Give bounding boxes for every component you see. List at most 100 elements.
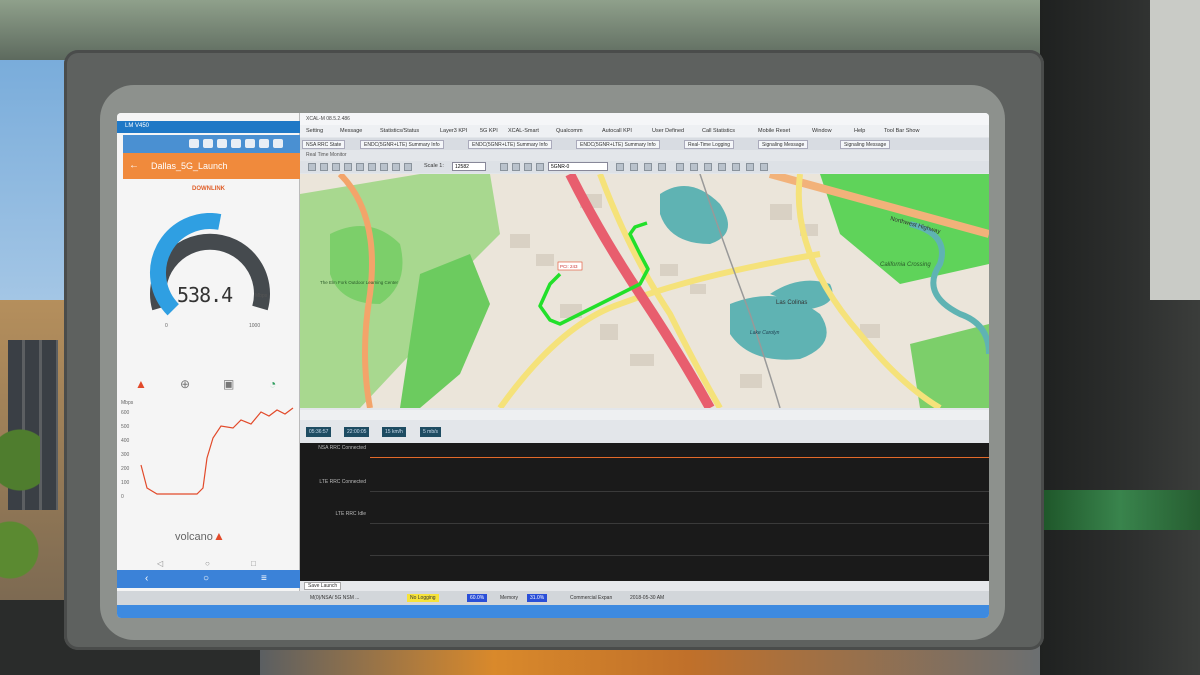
menu-help[interactable]: Help [854, 128, 865, 134]
tab-endc-summary-3[interactable]: ENDC(5GNR+LTE) Summary Info [576, 140, 660, 149]
map-label-california: California Crossing [880, 262, 931, 268]
chart-ytick: 600 [121, 410, 130, 416]
phone-control-bar [123, 135, 300, 153]
map-tool-button[interactable] [536, 163, 544, 171]
map-tool-button[interactable] [404, 163, 412, 171]
xcal-window: XCAL-M 08.5.2.486 Setting Message Statis… [300, 113, 989, 591]
menu-5g-kpi[interactable]: 5G KPI [480, 128, 498, 134]
nav-recent-icon[interactable]: □ [251, 559, 256, 568]
status-logging: No Logging [407, 594, 439, 602]
speedometer-icon[interactable]: ◔ [269, 377, 276, 391]
control-button[interactable] [259, 139, 269, 148]
map-tool-button[interactable] [392, 163, 400, 171]
menu-statistics[interactable]: Statistics/Status [380, 128, 419, 134]
save-tab-strip: Save Launch [300, 581, 989, 591]
menu-qualcomm[interactable]: Qualcomm [556, 128, 583, 134]
chart-ytick: 300 [121, 452, 130, 458]
app-title: XCAL-M 08.5.2.486 [300, 113, 989, 125]
map-tool-button[interactable] [616, 163, 624, 171]
nav-back-icon[interactable]: ◁ [157, 559, 163, 568]
map-tool-button[interactable] [500, 163, 508, 171]
chart-ytick: 200 [121, 466, 130, 472]
globe-icon[interactable]: ⊕ [180, 377, 190, 391]
map-tool-button[interactable] [356, 163, 364, 171]
map-toolbar [300, 161, 989, 173]
signal-label-nsa: NSA RRC Connected [318, 445, 366, 451]
map-label-outdoor: The Elm Fork Outdoor Learning Center [320, 280, 399, 285]
map-label-las-colinas: Las Colinas [776, 300, 807, 306]
warning-icon[interactable]: ▲ [135, 377, 147, 391]
timeline-gridline [370, 523, 989, 524]
control-button[interactable] [273, 139, 283, 148]
map-tool-button[interactable] [760, 163, 768, 171]
menu-bar: Setting Message Statistics/Status Layer3… [300, 125, 989, 137]
map-tool-button[interactable] [512, 163, 520, 171]
map-tool-button[interactable] [704, 163, 712, 171]
monitor-screen: LM V450 Dallas_5G_Launch ← DOWNLINK 0 10… [117, 113, 989, 618]
map-tool-button[interactable] [746, 163, 754, 171]
tab-endc-summary-1[interactable]: ENDC(5GNR+LTE) Summary Info [360, 140, 444, 149]
stat-time: 05:36:57 [306, 427, 332, 437]
bar-home-icon[interactable]: ○ [203, 573, 209, 584]
menu-layer3-kpi[interactable]: Layer3 KPI [440, 128, 467, 134]
status-date: 2018-05-30 AM [630, 595, 665, 601]
menu-autocall-kpi[interactable]: Autocall KPI [602, 128, 632, 134]
map-tool-button[interactable] [658, 163, 666, 171]
control-button[interactable] [203, 139, 213, 148]
map-tool-button[interactable] [320, 163, 328, 171]
map-tool-button[interactable] [690, 163, 698, 171]
control-button[interactable] [217, 139, 227, 148]
windows-taskbar [117, 605, 989, 618]
technology-select[interactable]: 5GNR-0 [548, 162, 608, 171]
bar-back-icon[interactable]: ‹ [145, 573, 148, 584]
map-tool-button[interactable] [524, 163, 532, 171]
stat-rate: 5 mb/s [420, 427, 442, 437]
map-tool-button[interactable] [332, 163, 340, 171]
map-tool-button[interactable] [344, 163, 352, 171]
stat-elapsed: 22:00:05 [344, 427, 370, 437]
tab-realtime-logging[interactable]: Real-Time Logging [684, 140, 735, 149]
map-tool-button[interactable] [644, 163, 652, 171]
tab-endc-summary-2[interactable]: ENDC(5GNR+LTE) Summary Info [468, 140, 552, 149]
speed-value: 538.4 [177, 283, 233, 307]
scale-input[interactable]: 12582 [452, 162, 486, 171]
chart-ylabel: Mbps [121, 400, 134, 406]
route-map[interactable]: PCI: 243 Northwest Highway California Cr… [300, 174, 989, 408]
control-button[interactable] [231, 139, 241, 148]
signaling-timeline: NSA RRC Connected LTE RRC Connected LTE … [300, 443, 989, 581]
map-label-lake: Lake Carolyn [750, 330, 780, 336]
menu-toolbar-show[interactable]: Tool Bar Show [884, 128, 919, 134]
photo-scene: LM V450 Dallas_5G_Launch ← DOWNLINK 0 10… [0, 0, 1200, 675]
menu-setting[interactable]: Setting [306, 128, 323, 134]
map-tool-button[interactable] [630, 163, 638, 171]
nsa-rrc-line [370, 457, 989, 458]
menu-window[interactable]: Window [812, 128, 832, 134]
map-tool-button[interactable] [732, 163, 740, 171]
timeline-gridline [370, 555, 989, 556]
map-tool-button[interactable] [718, 163, 726, 171]
menu-xcal-smart[interactable]: XCAL-Smart [508, 128, 539, 134]
tree [0, 400, 40, 600]
map-tool-button[interactable] [676, 163, 684, 171]
nav-home-icon[interactable]: ○ [205, 559, 210, 568]
status-memory-label: Memory [500, 595, 519, 601]
map-tool-button[interactable] [380, 163, 388, 171]
scale-label: Scale 1: [424, 163, 444, 169]
menu-call-statistics[interactable]: Call Statistics [702, 128, 735, 134]
tab-signaling-message-1[interactable]: Signaling Message [758, 140, 809, 149]
status-cpu: 60.0% [467, 594, 488, 602]
control-button[interactable] [245, 139, 255, 148]
map-tool-button[interactable] [308, 163, 316, 171]
control-button[interactable] [189, 139, 199, 148]
back-arrow-icon[interactable]: ← [129, 160, 139, 171]
save-launch-tab[interactable]: Save Launch [304, 582, 342, 590]
gauge-min: 0 [165, 323, 168, 329]
bar-menu-icon[interactable]: ≡ [261, 573, 267, 584]
map-tool-button[interactable] [368, 163, 376, 171]
tab-signaling-message-2[interactable]: Signaling Message [840, 140, 891, 149]
menu-user-defined[interactable]: User Defined [652, 128, 684, 134]
screen-icon[interactable]: ▣ [223, 377, 234, 391]
menu-mobile-reset[interactable]: Mobile Reset [758, 128, 790, 134]
tab-nsa-rrc-state[interactable]: NSA RRC State [302, 140, 346, 149]
menu-message[interactable]: Message [340, 128, 362, 134]
